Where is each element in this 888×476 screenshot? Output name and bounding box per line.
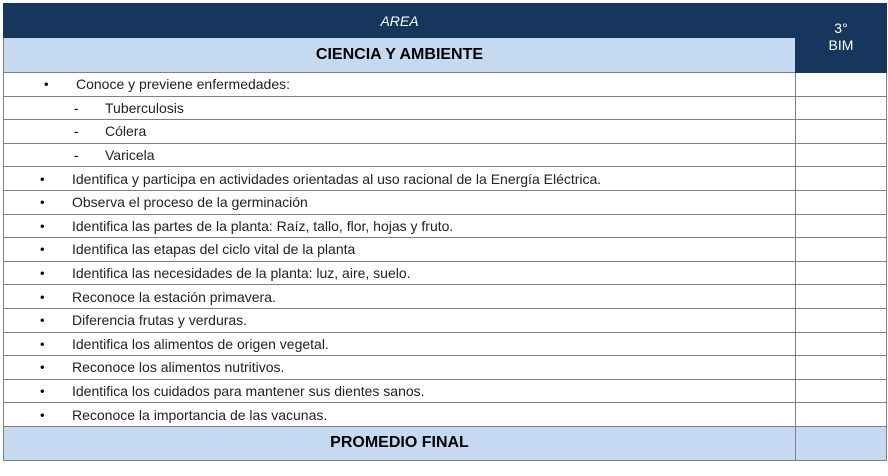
competency-text: Identifica y participa en actividades or… (72, 170, 602, 187)
competency-row: • Conoce y previene enfermedades: (3, 72, 887, 97)
final-average-grade-cell[interactable] (795, 425, 887, 461)
competency-row: - Tuberculosis (3, 95, 887, 121)
competency-row: • Identifica y participa en actividades o… (3, 166, 887, 191)
grade-cell[interactable] (795, 213, 887, 239)
competency-text: Identifica las etapas del ciclo vital de… (72, 241, 356, 258)
competency-row: • Diferencia frutas y verduras. (3, 307, 887, 333)
bimester-header-cell: 3° BIM (795, 3, 887, 73)
competency-cell: • Observa el proceso de la germinación (3, 189, 796, 215)
final-average-row: PROMEDIO FINAL (3, 425, 887, 461)
competency-row: • Reconoce la importancia de las vacunas. (3, 402, 887, 427)
competency-row: • Identifica las partes de la planta: Raí… (3, 213, 887, 239)
competency-text: Identifica los alimentos de origen veget… (72, 335, 329, 352)
bimester-number: 3° (834, 20, 848, 36)
competency-cell: • Identifica las partes de la planta: Raí… (3, 213, 796, 239)
grade-cell[interactable] (795, 189, 887, 215)
competency-text: Diferencia frutas y verduras. (72, 312, 248, 329)
competency-row: • Identifica las etapas del ciclo vital d… (3, 237, 887, 262)
competency-row: • Reconoce la estación primavera. (3, 284, 887, 309)
grade-cell[interactable] (795, 307, 887, 333)
competency-text: Reconoce la estación primavera. (72, 288, 276, 305)
dash-marker: - (74, 99, 79, 116)
bullet-icon: • (40, 383, 45, 399)
grade-cell[interactable] (795, 119, 887, 144)
bullet-icon: • (40, 241, 45, 257)
competency-text: Identifica las partes de la planta: Raíz… (72, 217, 454, 234)
grade-cell[interactable] (795, 166, 887, 191)
competency-cell: - Cólera (3, 119, 796, 144)
competency-cell: • Identifica las necesidades de la planta… (3, 260, 796, 286)
competency-row: • Identifica los alimentos de origen vege… (3, 331, 887, 357)
bullet-icon: • (40, 407, 45, 423)
competency-row: • Identifica las necesidades de la planta… (3, 260, 887, 286)
bullet-icon: • (40, 218, 45, 234)
subject-row: CIENCIA Y AMBIENTE (3, 37, 887, 73)
area-header-cell: AREA (3, 3, 796, 38)
bullet-icon: • (40, 265, 45, 281)
competency-cell: • Identifica los cuidados para mantener s… (3, 378, 796, 404)
competency-text: Reconoce la importancia de las vacunas. (72, 406, 328, 423)
bullet-icon: • (44, 76, 49, 92)
competency-cell: • Reconoce los alimentos nutritivos. (3, 355, 796, 380)
grade-cell[interactable] (795, 142, 887, 168)
competency-table: AREA 3° BIM CIENCIA Y AMBIENTE • Conoce y… (3, 3, 887, 461)
competency-text: Varicela (105, 147, 155, 164)
competency-row: • Identifica los cuidados para mantener s… (3, 378, 887, 404)
competency-row: - Cólera (3, 119, 887, 144)
bullet-icon: • (40, 312, 45, 328)
competency-cell: • Reconoce la estación primavera. (3, 284, 796, 309)
final-average-label: PROMEDIO FINAL (3, 425, 796, 461)
competency-cell: • Diferencia frutas y verduras. (3, 307, 796, 333)
competency-text: Conoce y previene enfermedades: (76, 76, 291, 93)
competency-cell: • Conoce y previene enfermedades: (3, 72, 796, 97)
bullet-icon: • (40, 336, 45, 352)
area-header-row: AREA 3° BIM (3, 3, 887, 73)
competency-cell: • Identifica las etapas del ciclo vital d… (3, 237, 796, 262)
competency-cell: - Varicela (3, 142, 796, 168)
competency-cell: • Reconoce la importancia de las vacunas. (3, 402, 796, 427)
competency-row: - Varicela (3, 142, 887, 168)
competency-text: Tuberculosis (105, 99, 184, 116)
bullet-icon: • (40, 171, 45, 187)
bullet-icon: • (40, 289, 45, 305)
competency-text: Identifica los cuidados para mantener su… (72, 383, 425, 400)
competency-cell: • Identifica y participa en actividades o… (3, 166, 796, 191)
competency-row: • Observa el proceso de la germinación (3, 189, 887, 215)
competency-cell: - Tuberculosis (3, 95, 796, 121)
competency-cell: • Identifica los alimentos de origen vege… (3, 331, 796, 357)
grade-cell[interactable] (795, 95, 887, 121)
report-card-sheet: AREA 3° BIM CIENCIA Y AMBIENTE • Conoce y… (3, 3, 887, 474)
grade-cell[interactable] (795, 331, 887, 357)
competency-text: Identifica las necesidades de la planta:… (72, 265, 411, 282)
grade-cell[interactable] (795, 72, 887, 97)
grade-cell[interactable] (795, 402, 887, 427)
competency-text: Reconoce los alimentos nutritivos. (72, 359, 285, 376)
competency-text: Observa el proceso de la germinación (72, 194, 308, 211)
grade-cell[interactable] (795, 284, 887, 309)
dash-marker: - (74, 147, 79, 164)
grade-cell[interactable] (795, 260, 887, 286)
grade-cell[interactable] (795, 378, 887, 404)
bullet-icon: • (40, 194, 45, 210)
bimester-label: BIM (828, 37, 854, 53)
bullet-icon: • (40, 359, 45, 375)
competency-text: Cólera (105, 123, 147, 140)
grade-cell[interactable] (795, 355, 887, 380)
competency-row: • Reconoce los alimentos nutritivos. (3, 355, 887, 380)
grade-cell[interactable] (795, 237, 887, 262)
subject-title: CIENCIA Y AMBIENTE (3, 37, 796, 73)
dash-marker: - (74, 123, 79, 140)
